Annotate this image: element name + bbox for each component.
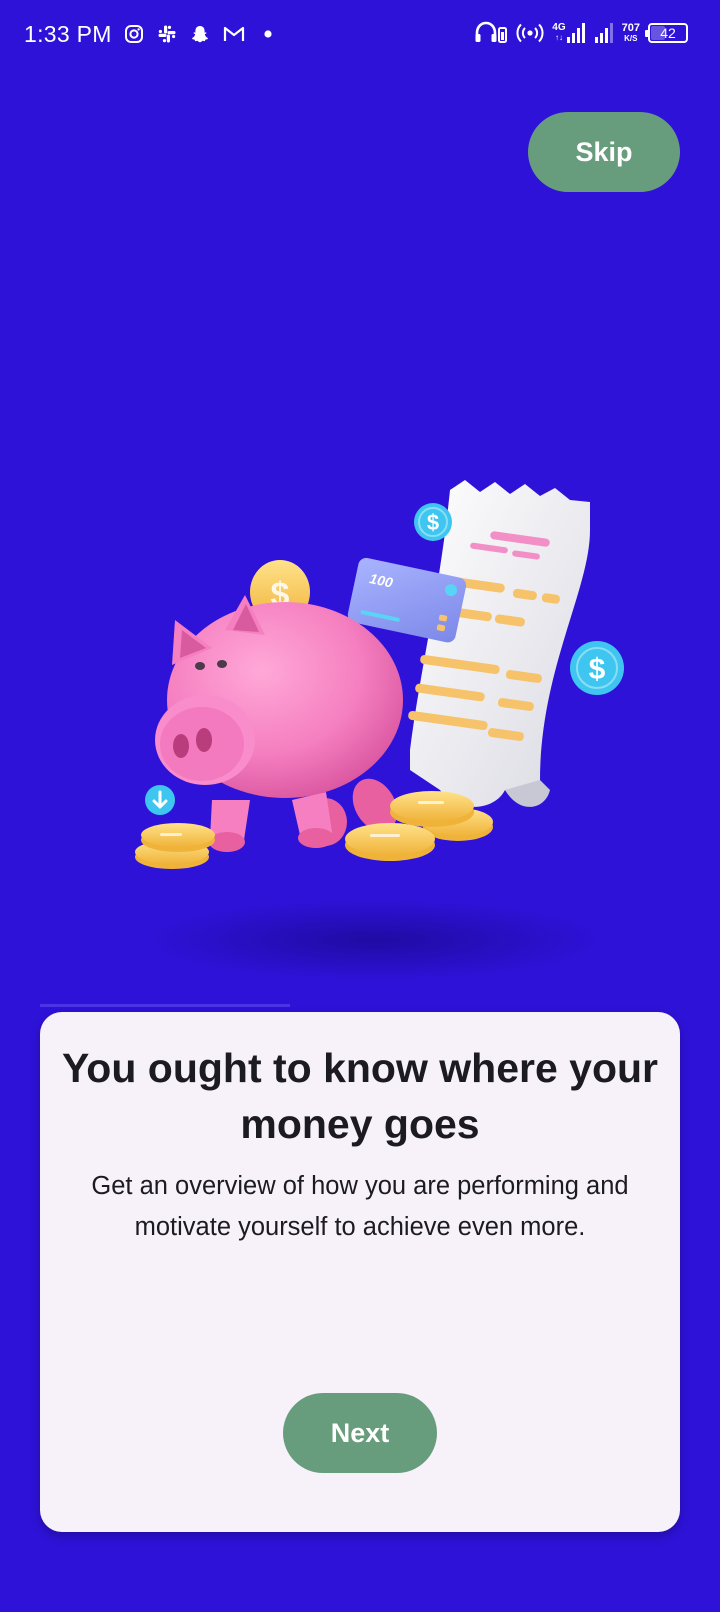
signal-weak-icon: [594, 22, 614, 44]
notification-dot-icon: [264, 30, 272, 38]
gmail-icon: [223, 25, 245, 43]
down-arrow-badge-icon: [145, 785, 175, 815]
system-icons: 4G ↑↓ 707 K/S 42: [474, 21, 688, 45]
network-activity: ↑↓: [554, 33, 563, 42]
battery-level: 42: [660, 25, 676, 41]
slack-icon: [157, 24, 177, 44]
headset-icon: [474, 21, 508, 45]
speed-unit: K/S: [624, 34, 638, 43]
notification-icons: [124, 24, 272, 44]
skip-button[interactable]: Skip: [528, 112, 680, 192]
piggy-bank-illustration: $ $ 100 $: [120, 470, 640, 1010]
hotspot-icon: [516, 22, 544, 44]
svg-text:$: $: [427, 510, 439, 535]
speed-value: 707: [621, 22, 640, 34]
network-type: 4G: [552, 22, 566, 33]
network-speed: 707 K/S: [621, 22, 640, 44]
dollar-badge-icon: $: [570, 641, 624, 695]
status-bar: 1:33 PM 4G ↑↓ 707 K/S 42: [0, 0, 720, 72]
divider-line: [40, 1004, 290, 1007]
snapchat-icon: [190, 24, 210, 44]
battery-icon: 42: [645, 23, 688, 43]
status-time: 1:33 PM: [24, 21, 112, 47]
onboarding-card: You ought to know where your money goes …: [40, 1012, 680, 1532]
ground-shadow: [145, 900, 605, 980]
onboarding-title: You ought to know where your money goes: [61, 1045, 658, 1147]
signal-icon: 4G ↑↓: [552, 22, 585, 44]
onboarding-description: Get an overview of how you are performin…: [91, 1172, 629, 1241]
piggy-bank-graphic: [155, 595, 403, 852]
dollar-badge-icon: $: [414, 503, 452, 541]
coin-stack-graphic: [135, 823, 215, 869]
instagram-icon: [124, 24, 144, 44]
svg-text:$: $: [589, 653, 606, 686]
next-button[interactable]: Next: [283, 1393, 437, 1473]
